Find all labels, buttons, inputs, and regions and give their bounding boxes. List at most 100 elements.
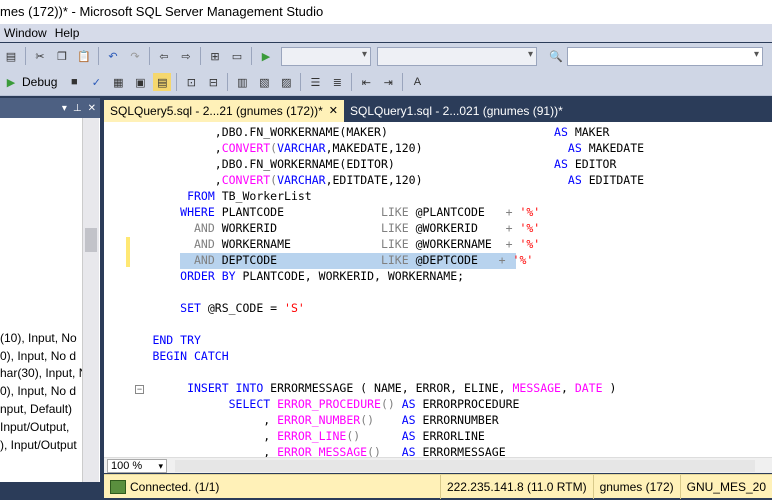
tab-sqlquery5[interactable]: SQLQuery5.sql - 2...21 (gnumes (172))* ✕: [104, 100, 344, 122]
parse-icon[interactable]: ✓: [87, 73, 105, 91]
menu-help[interactable]: Help: [51, 26, 84, 40]
increase-indent-icon[interactable]: ⇥: [379, 73, 397, 91]
code-token: '%': [512, 237, 541, 251]
code-token: AS: [394, 397, 416, 411]
query-options-icon[interactable]: ▣: [131, 73, 149, 91]
code-token: (): [367, 445, 381, 457]
include-plan-icon[interactable]: ⊡: [182, 73, 200, 91]
code-token: EDITOR: [567, 157, 617, 171]
tab-label: SQLQuery1.sql - 2...021 (gnumes (91))*: [349, 104, 563, 118]
code-line: ,DBO.FN_WORKERNAME(EDITOR) AS EDITOR: [104, 156, 617, 172]
code-token: ,EDITDATE,120): [325, 173, 568, 187]
code-token: @WORKERNAME: [408, 237, 506, 251]
results-text-icon[interactable]: ▨: [277, 73, 295, 91]
code-token: +: [505, 205, 513, 219]
code-token: @PLANTCODE: [408, 205, 506, 219]
uncomment-icon[interactable]: ≣: [328, 73, 346, 91]
solution-config-combo[interactable]: [281, 46, 371, 66]
code-token: ORDER BY: [104, 269, 236, 283]
code-token: AND: [104, 237, 215, 251]
navigate-back-icon[interactable]: ⇦: [155, 47, 173, 65]
debug-button[interactable]: Debug: [22, 75, 57, 89]
results-grid-icon[interactable]: ▥: [233, 73, 251, 91]
query-editor[interactable]: − ,DBO.FN_WORKERNAME(MAKER) AS MAKER ,CO…: [104, 122, 772, 457]
code-token: ,: [560, 381, 575, 395]
code-token: VARCHAR: [277, 141, 326, 155]
code-token: (): [380, 397, 395, 411]
code-token: ,MAKEDATE,120): [325, 141, 568, 155]
paste-icon[interactable]: 📋: [75, 47, 93, 65]
menu-bar: Window Help: [0, 24, 772, 42]
window-icon[interactable]: ▭: [228, 47, 246, 65]
results-to-text-icon[interactable]: ▤: [153, 73, 172, 91]
code-token: @RS_CODE =: [200, 301, 285, 315]
document-tabs: SQLQuery5.sql - 2...21 (gnumes (172))* ✕…: [104, 100, 772, 122]
code-line: INSERT INTO ERRORMESSAGE ( NAME, ERROR, …: [104, 380, 616, 396]
copy-icon[interactable]: ❐: [53, 47, 71, 65]
menu-window[interactable]: Window: [0, 26, 51, 40]
close-tab-icon[interactable]: ✕: [329, 100, 338, 122]
code-token: SELECT: [104, 397, 271, 411]
database-info: GNU_MES_20: [679, 474, 772, 499]
cut-icon[interactable]: ✂: [31, 47, 49, 65]
start-icon[interactable]: ▶: [257, 47, 275, 65]
find-icon[interactable]: ⊞: [206, 47, 224, 65]
save-all-icon[interactable]: ▤: [2, 47, 20, 65]
code-line: BEGIN CATCH: [104, 348, 229, 364]
code-token: +: [498, 253, 506, 267]
close-pane-icon[interactable]: ✕: [88, 103, 96, 114]
code-token: AS: [401, 429, 416, 443]
search-combo[interactable]: [567, 46, 763, 66]
code-token: ,: [104, 445, 278, 457]
connection-status: Connected. (1/1): [104, 475, 440, 499]
pin-icon[interactable]: ⊥: [73, 103, 82, 114]
editor-bottom-bar: 100 %: [104, 457, 772, 473]
comment-icon[interactable]: ☰: [306, 73, 324, 91]
code-token: ): [602, 381, 617, 395]
decrease-indent-icon[interactable]: ⇤: [357, 73, 375, 91]
code-token: ,: [104, 173, 222, 187]
code-token: ERRORPROCEDURE: [415, 397, 520, 411]
code-line: WHERE PLANTCODE LIKE @PLANTCODE + '%': [104, 204, 540, 220]
toolbar-separator: [351, 73, 353, 91]
code-token: @WORKERID: [408, 221, 506, 235]
vertical-scrollbar[interactable]: [82, 118, 99, 482]
code-token: ,: [104, 413, 278, 427]
stop-icon[interactable]: ■: [65, 73, 83, 91]
execute-icon[interactable]: ▶: [2, 73, 20, 91]
client-stats-icon[interactable]: ⊟: [204, 73, 222, 91]
code-token: +: [505, 221, 513, 235]
results-file-icon[interactable]: ▧: [255, 73, 273, 91]
code-token: SET: [104, 301, 201, 315]
redo-icon[interactable]: ↷: [126, 47, 144, 65]
zoom-combo[interactable]: 100 %: [107, 458, 167, 473]
code-line: ,DBO.FN_WORKERNAME(MAKER) AS MAKER: [104, 124, 610, 140]
code-token: BEGIN CATCH: [104, 349, 229, 363]
code-token: AS: [554, 157, 568, 171]
code-token: END TRY: [104, 333, 201, 347]
code-token: @DEPTCODE: [408, 253, 499, 267]
navigate-forward-icon[interactable]: ⇨: [177, 47, 195, 65]
code-token: PLANTCODE: [214, 205, 381, 219]
code-token: CONVERT: [221, 141, 271, 155]
pane-dropdown-icon[interactable]: ▾: [62, 103, 67, 114]
display-plan-icon[interactable]: ▦: [109, 73, 127, 91]
code-token: '%': [512, 221, 541, 235]
code-token: MAKEDATE: [581, 141, 645, 155]
login-info: gnumes (172): [592, 474, 680, 499]
tab-sqlquery1[interactable]: SQLQuery1.sql - 2...021 (gnumes (91))*: [344, 100, 569, 122]
code-token: LIKE: [380, 221, 409, 235]
code-token: INSERT INTO: [104, 381, 264, 395]
scrollbar-thumb[interactable]: [85, 228, 97, 252]
code-token: PLANTCODE, WORKERID, WORKERNAME;: [235, 269, 465, 283]
pane-header: ▾ ⊥ ✕: [0, 98, 100, 118]
param-line: nput, Default): [0, 402, 73, 416]
find-in-files-icon[interactable]: 🔍: [547, 47, 565, 65]
specify-values-icon[interactable]: A: [408, 73, 426, 91]
undo-icon[interactable]: ↶: [104, 47, 122, 65]
platform-combo[interactable]: [377, 46, 537, 66]
toolbar-separator: [149, 47, 150, 65]
horizontal-scrollbar[interactable]: [175, 459, 755, 472]
code-token: WORKERNAME: [214, 237, 381, 251]
code-token: LIKE: [380, 253, 409, 267]
